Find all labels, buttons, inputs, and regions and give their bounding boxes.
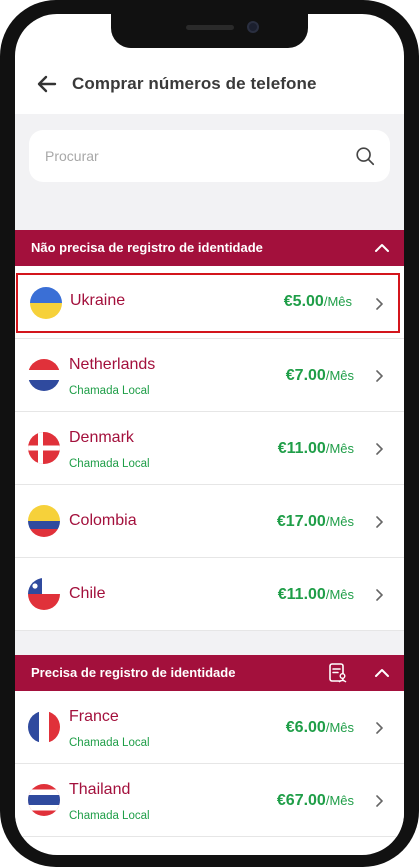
- chevron-right-icon: [376, 516, 383, 528]
- country-subtitle: Chamada Local: [69, 737, 150, 749]
- section-title: Não precisa de registro de identidade: [31, 240, 263, 255]
- price: €67.00/Mês: [276, 792, 354, 809]
- chevron-right-icon: [376, 443, 383, 455]
- chile-flag-icon: [28, 578, 60, 610]
- chevron-up-icon[interactable]: [373, 664, 391, 682]
- chevron-right-icon: [376, 722, 383, 734]
- netherlands-flag-icon: [28, 359, 60, 391]
- country-row-denmark[interactable]: Denmark Chamada Local €11.00/Mês: [15, 412, 404, 485]
- country-subtitle: Chamada Local: [69, 458, 150, 470]
- app-screen: Comprar números de telefone Não precisa …: [15, 14, 404, 855]
- thailand-flag-icon: [28, 784, 60, 816]
- back-button[interactable]: [31, 68, 63, 100]
- country-name: Netherlands: [69, 356, 156, 373]
- denmark-flag-icon: [28, 432, 60, 464]
- country-name: Chile: [69, 585, 106, 602]
- camera: [247, 21, 259, 33]
- country-name: Denmark: [69, 429, 134, 446]
- chevron-right-icon: [376, 370, 383, 382]
- country-row-france[interactable]: France Chamada Local €6.00/Mês: [15, 691, 404, 764]
- chevron-right-icon: [376, 298, 383, 310]
- section-header-no-id[interactable]: Não precisa de registro de identidade: [15, 230, 404, 266]
- colombia-flag-icon: [28, 505, 60, 537]
- price: €7.00/Mês: [285, 367, 354, 384]
- search-input[interactable]: [45, 130, 335, 182]
- country-subtitle: Chamada Local: [69, 810, 150, 822]
- country-row-colombia[interactable]: Colombia €17.00/Mês: [15, 485, 404, 558]
- arrow-left-icon: [37, 75, 57, 93]
- price: €5.00/Mês: [283, 293, 352, 310]
- page-title: Comprar números de telefone: [72, 74, 317, 93]
- id-document-icon: [329, 663, 347, 683]
- country-name: Ukraine: [70, 292, 126, 309]
- price: €11.00/Mês: [277, 586, 354, 603]
- chevron-up-icon[interactable]: [373, 239, 391, 257]
- app-header: Comprar números de telefone: [15, 54, 404, 114]
- search-icon[interactable]: [354, 145, 376, 167]
- country-name: France: [69, 708, 119, 725]
- chevron-right-icon: [376, 795, 383, 807]
- country-row-chile[interactable]: Chile €11.00/Mês: [15, 558, 404, 631]
- ukraine-flag-icon: [30, 287, 62, 319]
- section-title: Precisa de registro de identidade: [31, 665, 236, 680]
- country-name: Thailand: [69, 781, 131, 798]
- phone-frame: Comprar números de telefone Não precisa …: [0, 0, 419, 867]
- search-area: [15, 114, 404, 230]
- france-flag-icon: [28, 711, 60, 743]
- country-row-netherlands[interactable]: Netherlands Chamada Local €7.00/Mês: [15, 339, 404, 412]
- search-box: [29, 130, 390, 182]
- chevron-right-icon: [376, 589, 383, 601]
- phone-notch: [111, 14, 308, 48]
- divider: [15, 836, 404, 837]
- country-name: Colombia: [69, 512, 137, 529]
- section-gap: [15, 631, 404, 655]
- price: €17.00/Mês: [276, 513, 354, 530]
- price: €6.00/Mês: [285, 719, 354, 736]
- speaker: [186, 25, 234, 30]
- section-header-id-required[interactable]: Precisa de registro de identidade: [15, 655, 404, 691]
- country-row-ukraine[interactable]: Ukraine €5.00/Mês: [16, 273, 400, 333]
- country-row-thailand[interactable]: Thailand Chamada Local €67.00/Mês: [15, 764, 404, 837]
- country-subtitle: Chamada Local: [69, 385, 150, 397]
- price: €11.00/Mês: [277, 440, 354, 457]
